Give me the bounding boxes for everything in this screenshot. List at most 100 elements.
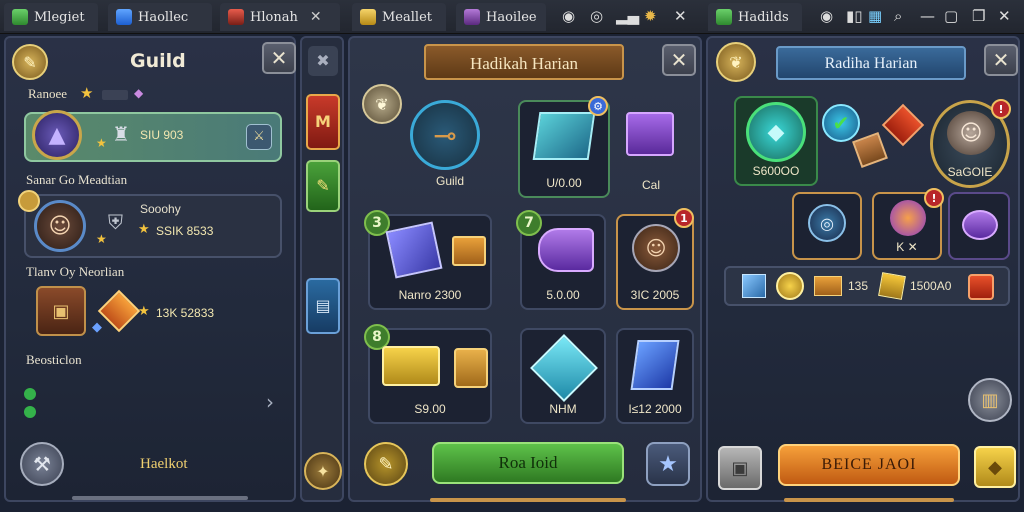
puzzle-icon[interactable]: ✖ (308, 46, 338, 76)
avatar: ▲ (32, 110, 82, 160)
flame-icon (881, 103, 925, 147)
medal-icon (18, 190, 40, 212)
close-button[interactable]: ✕ (984, 44, 1018, 76)
star-icon: ★ (96, 136, 107, 150)
slot-label: NHM (549, 402, 577, 416)
slot-label: Guild (435, 174, 464, 188)
record-icon[interactable]: ◉ (562, 7, 575, 25)
close-button[interactable]: ✕ (662, 44, 696, 76)
grid-icon[interactable]: ▦ (868, 7, 882, 25)
panel-title: Radiha Harian (824, 55, 918, 72)
slot-label: 3IC 2005 (630, 288, 680, 302)
swords-icon[interactable]: ⚔ (246, 124, 272, 150)
info-badge: ⚙ (588, 96, 608, 116)
crystal-icon (530, 334, 598, 402)
reward-slot[interactable]: I≤12 2000 (616, 328, 694, 424)
reward-slot[interactable]: 3 Nanro 2300 (364, 210, 492, 310)
guild-entry-row[interactable]: ▲ ★ ♜ SIU 903 ⚔ (24, 110, 282, 162)
scrollbar[interactable] (72, 496, 248, 500)
maximize-icon[interactable]: ▢ (944, 7, 958, 25)
chevron-right-icon[interactable]: › (266, 390, 274, 414)
target-icon: ◎ (808, 204, 846, 242)
entry-name: Tlanv Oy Neorlian (26, 264, 125, 279)
tab-1[interactable]: Mlegiet (4, 3, 98, 31)
reward-slot[interactable]: 8 S9.00 (364, 324, 492, 424)
gold-cube-icon (878, 272, 906, 300)
reward-slot[interactable]: ⚙ U/0.00 (518, 96, 610, 198)
reward-slot[interactable]: 1 ☺ 3IC 2005 (616, 208, 694, 310)
settings-icon[interactable]: ◎ (590, 7, 603, 25)
crystal-icon (532, 112, 596, 160)
reward-slot[interactable]: 7 5.0.00 (516, 210, 606, 310)
crystal-icon: ◆ (746, 102, 806, 162)
slot-label: U/0.00 (546, 176, 582, 190)
reward-slot[interactable]: NHM (520, 328, 606, 424)
entry-stats: SSIK 8533 (156, 224, 214, 238)
reward-slot[interactable]: ◆ S600OO (734, 96, 818, 186)
crate-icon[interactable]: ▣ (718, 446, 762, 490)
reward-slot[interactable]: ⊸ Guild (404, 94, 496, 194)
orb-icon (890, 200, 926, 236)
guild-entry-row[interactable]: ☺ ★ ⛨ Sooohy ★ SSIK 8533 (18, 190, 282, 258)
tab-4[interactable]: Meallet (352, 3, 446, 31)
compass-icon[interactable]: ✦ (304, 452, 342, 490)
tab-5[interactable]: Haoilee (456, 3, 546, 31)
close-button[interactable]: ✕ (262, 42, 296, 74)
scrollbar[interactable] (430, 498, 626, 502)
panel-title: Hadikah Harian (469, 54, 579, 73)
close-icon[interactable]: ✕ (310, 9, 322, 25)
reward-slot[interactable]: Cal (612, 100, 690, 198)
side-tab-strip: ✖ M ✎ ▤ ✦ (300, 36, 344, 502)
tab-label: Meallet (382, 9, 432, 25)
close-icon[interactable]: ✕ (674, 7, 687, 25)
reward-slot[interactable]: ! K ✕ (872, 188, 944, 260)
tab-3[interactable]: Hlonah ✕ (220, 3, 340, 31)
reward-slot[interactable] (948, 192, 1010, 260)
scroll-icon[interactable]: ▥ (968, 378, 1012, 422)
close-icon[interactable]: ✕ (998, 7, 1011, 25)
app-icon (360, 9, 376, 25)
action-button[interactable]: BEICE JAOI (778, 444, 960, 486)
tab-2[interactable]: Haollec (108, 3, 212, 31)
tab-label: Haoilee (486, 9, 537, 25)
cannon-icon: ⊸ (410, 100, 480, 170)
gear-icon[interactable]: ✹ (644, 7, 657, 25)
reward-slot[interactable]: ◎ (792, 192, 862, 260)
side-tab[interactable]: M (306, 94, 340, 150)
hammer-icon[interactable]: ⚒ (20, 442, 64, 486)
scrollbar[interactable] (784, 498, 954, 502)
reward-slot[interactable]: ! ☺ SaGOIE (930, 99, 1011, 188)
side-tab[interactable]: ▤ (306, 278, 340, 334)
search-icon[interactable]: ⌕ (894, 7, 902, 25)
slot-label: Nanro 2300 (398, 288, 462, 302)
slot-label: SaGOIE (947, 165, 993, 179)
restore-icon[interactable]: ❐ (972, 7, 985, 25)
app-icon (228, 9, 244, 25)
star-icon[interactable]: ★ (646, 442, 690, 486)
app-icon (116, 9, 132, 25)
notification-badge: ! (991, 99, 1011, 119)
side-tab[interactable]: ✎ (306, 160, 340, 212)
signal-icon[interactable]: ▂▄ (616, 7, 639, 25)
gold-cube-icon[interactable]: ◆ (974, 446, 1016, 488)
daily-reward-panel: Hadikah Harian ✕ ❦ ⊸ Guild ⚙ U/0.00 Cal … (348, 36, 702, 502)
tab-6[interactable]: Hadilds (708, 3, 802, 31)
quill-icon[interactable]: ✎ (364, 442, 408, 486)
reward-panel: ❦ Radiha Harian ✕ ◆ S600OO ✔ ! ☺ SaGOIE … (706, 36, 1020, 502)
slot-label: K ✕ (896, 240, 918, 254)
signal-icon[interactable]: ▮▯ (846, 7, 863, 25)
rank-bar (102, 90, 128, 100)
entry-name: Sanar Go Meadtian (26, 172, 128, 187)
claim-button[interactable]: Roa Ioid (432, 442, 624, 484)
day-badge: 7 (516, 210, 542, 236)
star-icon: ★ (80, 84, 94, 102)
ice-cube-icon (742, 274, 766, 298)
fire-icon (968, 274, 994, 300)
browser-tab-bar: Mlegiet Haollec Hlonah ✕ Meallet Haoilee… (0, 0, 1024, 34)
app-icon (12, 9, 28, 25)
entry-stats: SIU 903 (140, 128, 184, 142)
minimize-icon[interactable]: — (920, 7, 935, 25)
chest-icon: ▣ (36, 286, 86, 336)
crystal-icon (630, 340, 680, 390)
record-icon[interactable]: ◉ (820, 7, 833, 25)
